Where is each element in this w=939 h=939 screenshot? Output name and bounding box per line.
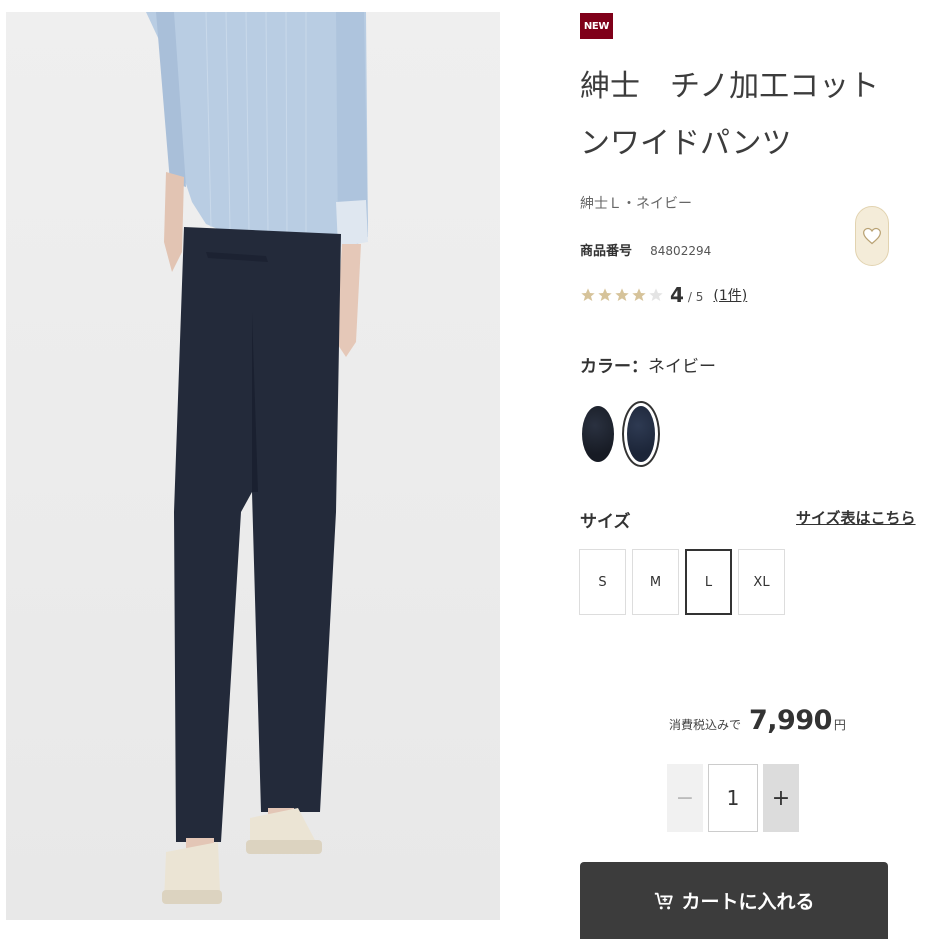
color-swatch-navy-fill [627, 406, 655, 462]
review-count-link[interactable]: (1件) [713, 285, 747, 305]
price-amount: 7,990 [749, 705, 832, 736]
quantity-plus-button[interactable]: + [763, 764, 799, 832]
quantity-stepper: − 1 + [667, 764, 799, 832]
color-swatch-navy[interactable] [622, 401, 660, 467]
rating-stars [580, 287, 664, 303]
product-variant: 紳士Ｌ・ネイビー [580, 196, 692, 212]
cart-icon [655, 892, 674, 909]
quantity-value[interactable]: 1 [708, 764, 758, 832]
product-sku: 商品番号 84802294 [580, 240, 711, 259]
rating-score: 4 [670, 283, 684, 307]
size-chart-link[interactable]: サイズ表はこちら [796, 507, 916, 528]
star-icon [615, 288, 629, 301]
size-option-m[interactable]: M [632, 549, 679, 615]
size-option-l[interactable]: L [685, 549, 732, 615]
size-options: S M L XL [579, 549, 785, 615]
color-swatch-dark-navy[interactable] [582, 406, 614, 462]
add-to-cart-button[interactable]: カートに入れる [580, 862, 888, 939]
price: 消費税込みで 7,990 円 [669, 705, 846, 736]
color-value: ネイビー [648, 357, 716, 377]
add-to-cart-label: カートに入れる [681, 891, 815, 913]
star-icon [598, 288, 612, 301]
price-tax-label: 消費税込みで [669, 718, 742, 732]
quantity-minus-button[interactable]: − [667, 764, 703, 832]
new-badge: NEW [580, 13, 613, 39]
sku-value: 84802294 [650, 244, 712, 258]
sku-label: 商品番号 [580, 244, 633, 259]
star-icon [581, 288, 595, 301]
product-title: 紳士 チノ加工コットンワイドパンツ [580, 69, 880, 161]
favorite-button[interactable] [855, 206, 889, 266]
size-option-xl[interactable]: XL [738, 549, 785, 615]
rating-outof: / 5 [687, 290, 704, 304]
rating: 4 / 5 (1件) [580, 283, 747, 307]
star-icon [632, 288, 646, 301]
model-illustration [146, 12, 368, 904]
price-currency: 円 [833, 718, 846, 732]
size-label: サイズ [580, 512, 631, 532]
heart-icon [863, 227, 881, 245]
color-label-text: カラー [580, 357, 631, 377]
product-image [6, 12, 500, 920]
color-label-sep: ： [631, 357, 648, 377]
size-option-s[interactable]: S [579, 549, 626, 615]
color-label: カラー：ネイビー [580, 352, 716, 377]
star-empty-icon [649, 288, 663, 301]
